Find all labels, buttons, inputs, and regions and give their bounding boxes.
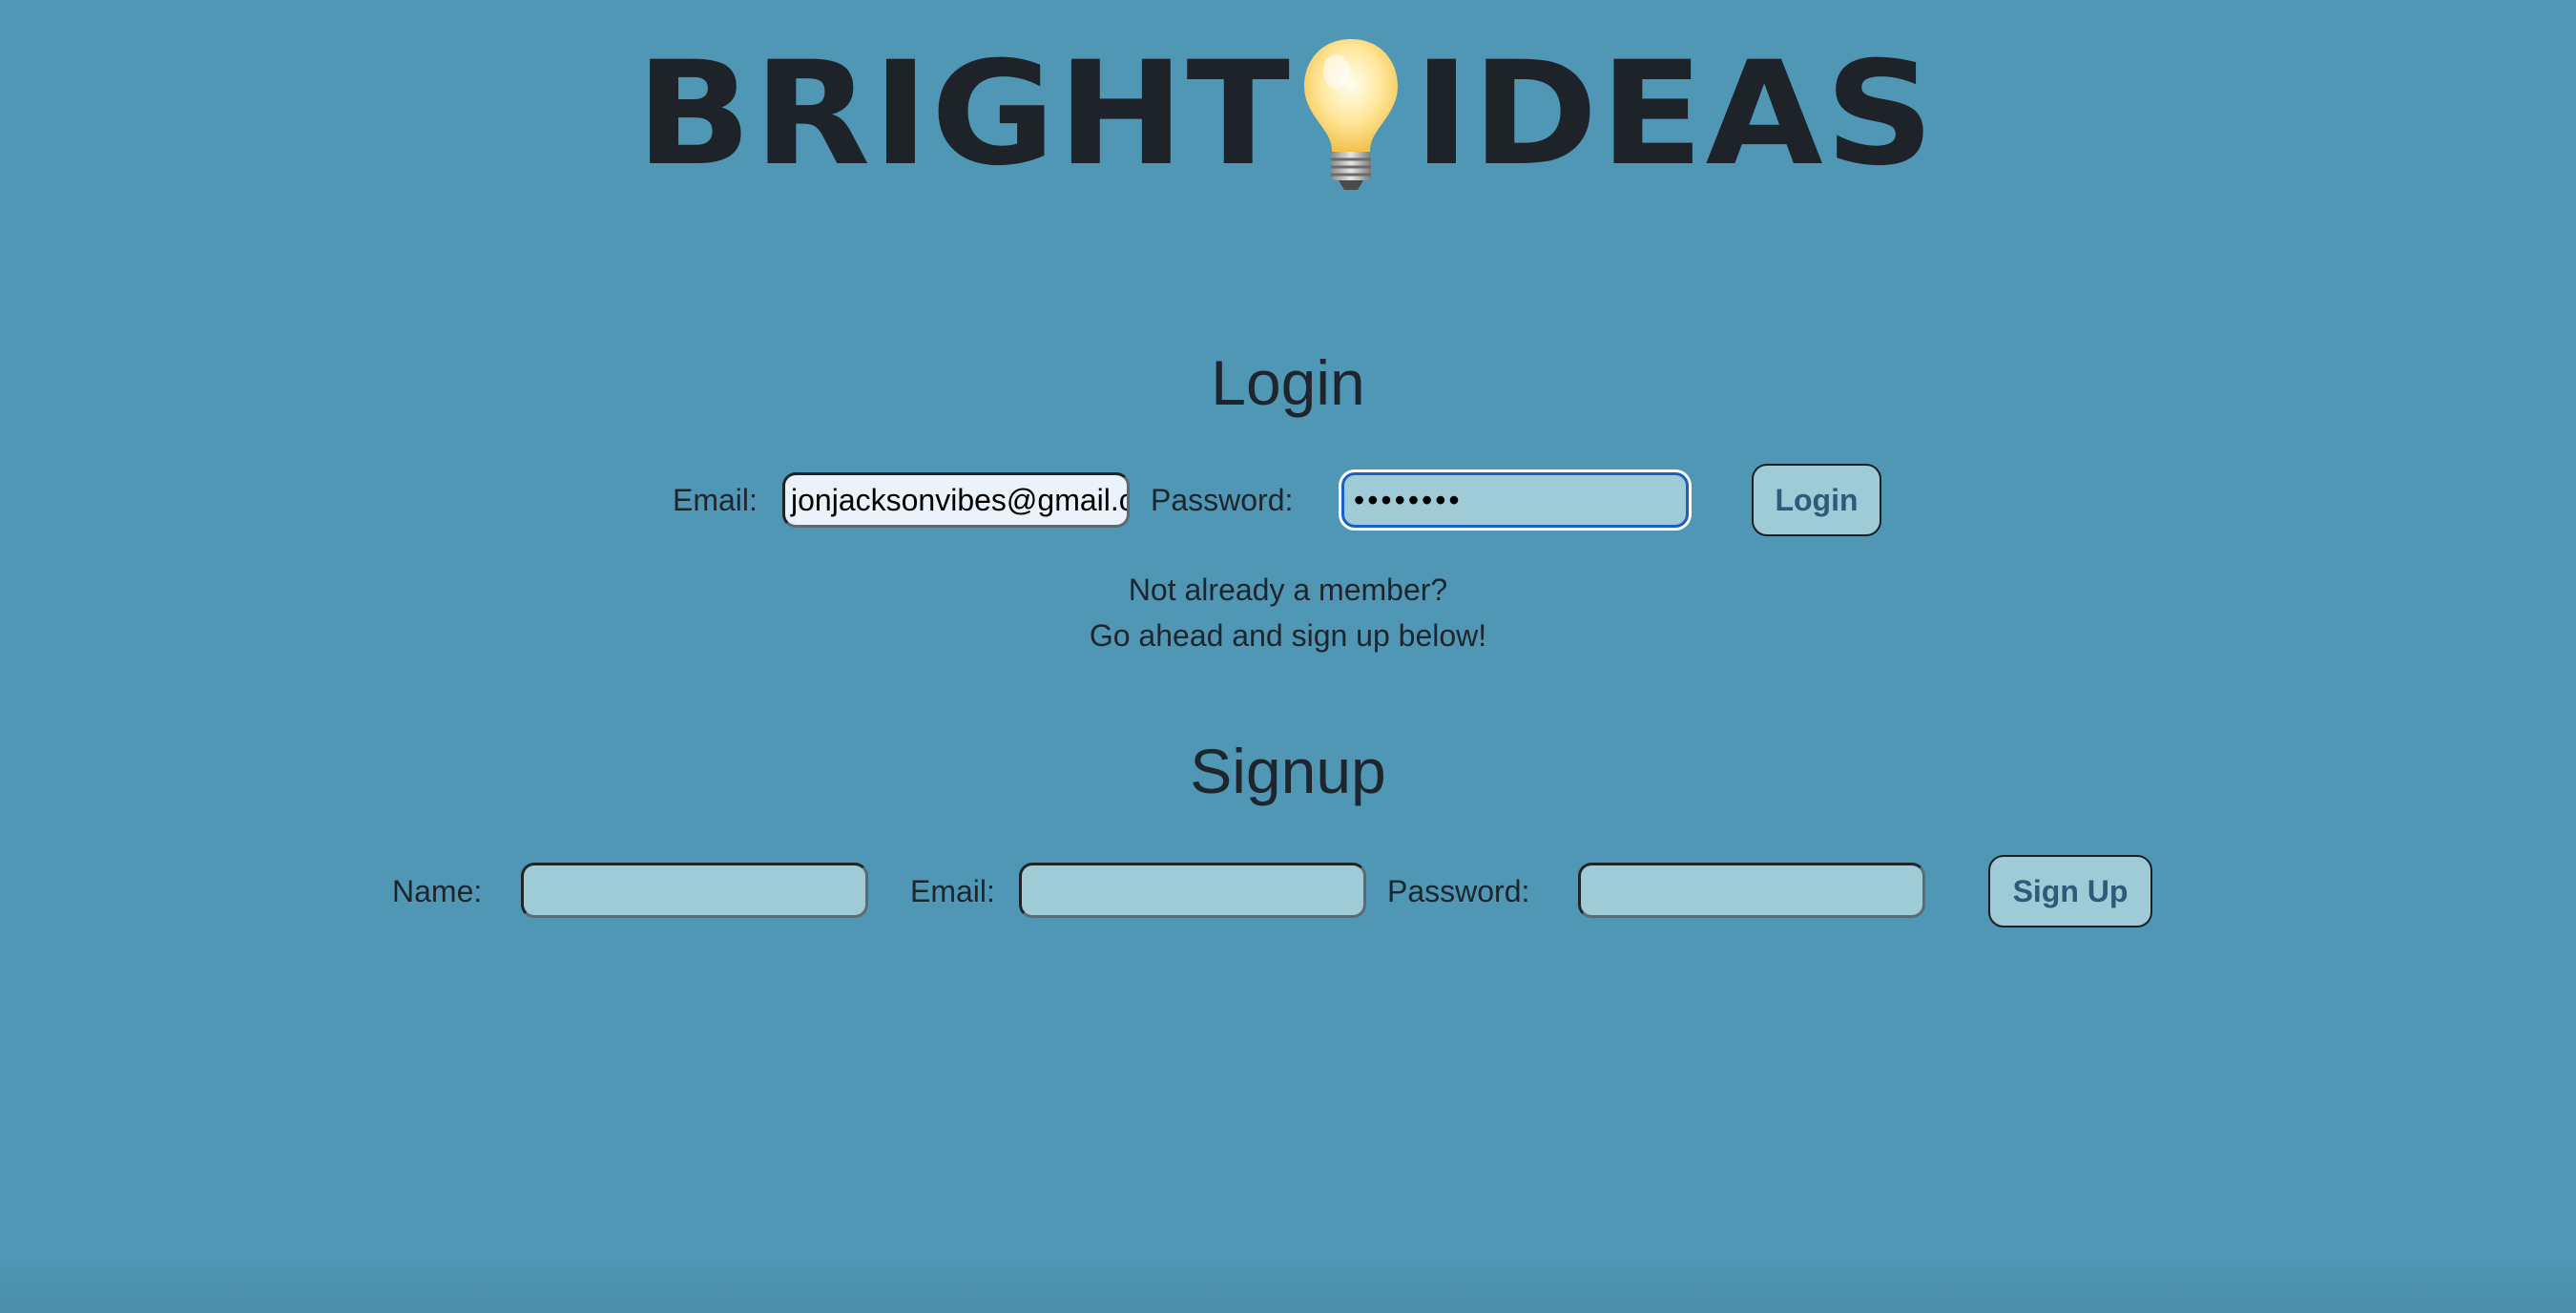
signup-prompt-line2: Go ahead and sign up below! (1089, 618, 1487, 653)
login-button[interactable]: Login (1752, 464, 1881, 536)
logo-word-bright: BRIGHT (635, 31, 1293, 198)
signup-name-field[interactable] (521, 863, 868, 918)
login-password-field[interactable]: •••••••• (1341, 472, 1689, 528)
app-logo: BRIGHT IDEAS (0, 29, 2576, 200)
login-email-field[interactable]: jonjacksonvibes@gmail.com (782, 472, 1130, 528)
signup-name-label: Name: (392, 874, 483, 908)
signup-email-label: Email: (910, 874, 995, 908)
lightbulb-icon (1303, 39, 1398, 190)
signup-button[interactable]: Sign Up (1988, 855, 2152, 927)
login-email-label: Email: (673, 483, 758, 517)
logo-word-ideas: IDEAS (1413, 31, 1937, 198)
login-heading: Login (1211, 347, 1365, 418)
page-bottom-shade (0, 1256, 2576, 1313)
signup-prompt-line1: Not already a member? (1128, 573, 1448, 607)
signup-heading: Signup (1190, 736, 1386, 806)
login-password-label: Password: (1151, 483, 1294, 517)
signup-password-field[interactable] (1578, 863, 1925, 918)
signup-email-field[interactable] (1019, 863, 1366, 918)
signup-password-label: Password: (1387, 874, 1530, 908)
